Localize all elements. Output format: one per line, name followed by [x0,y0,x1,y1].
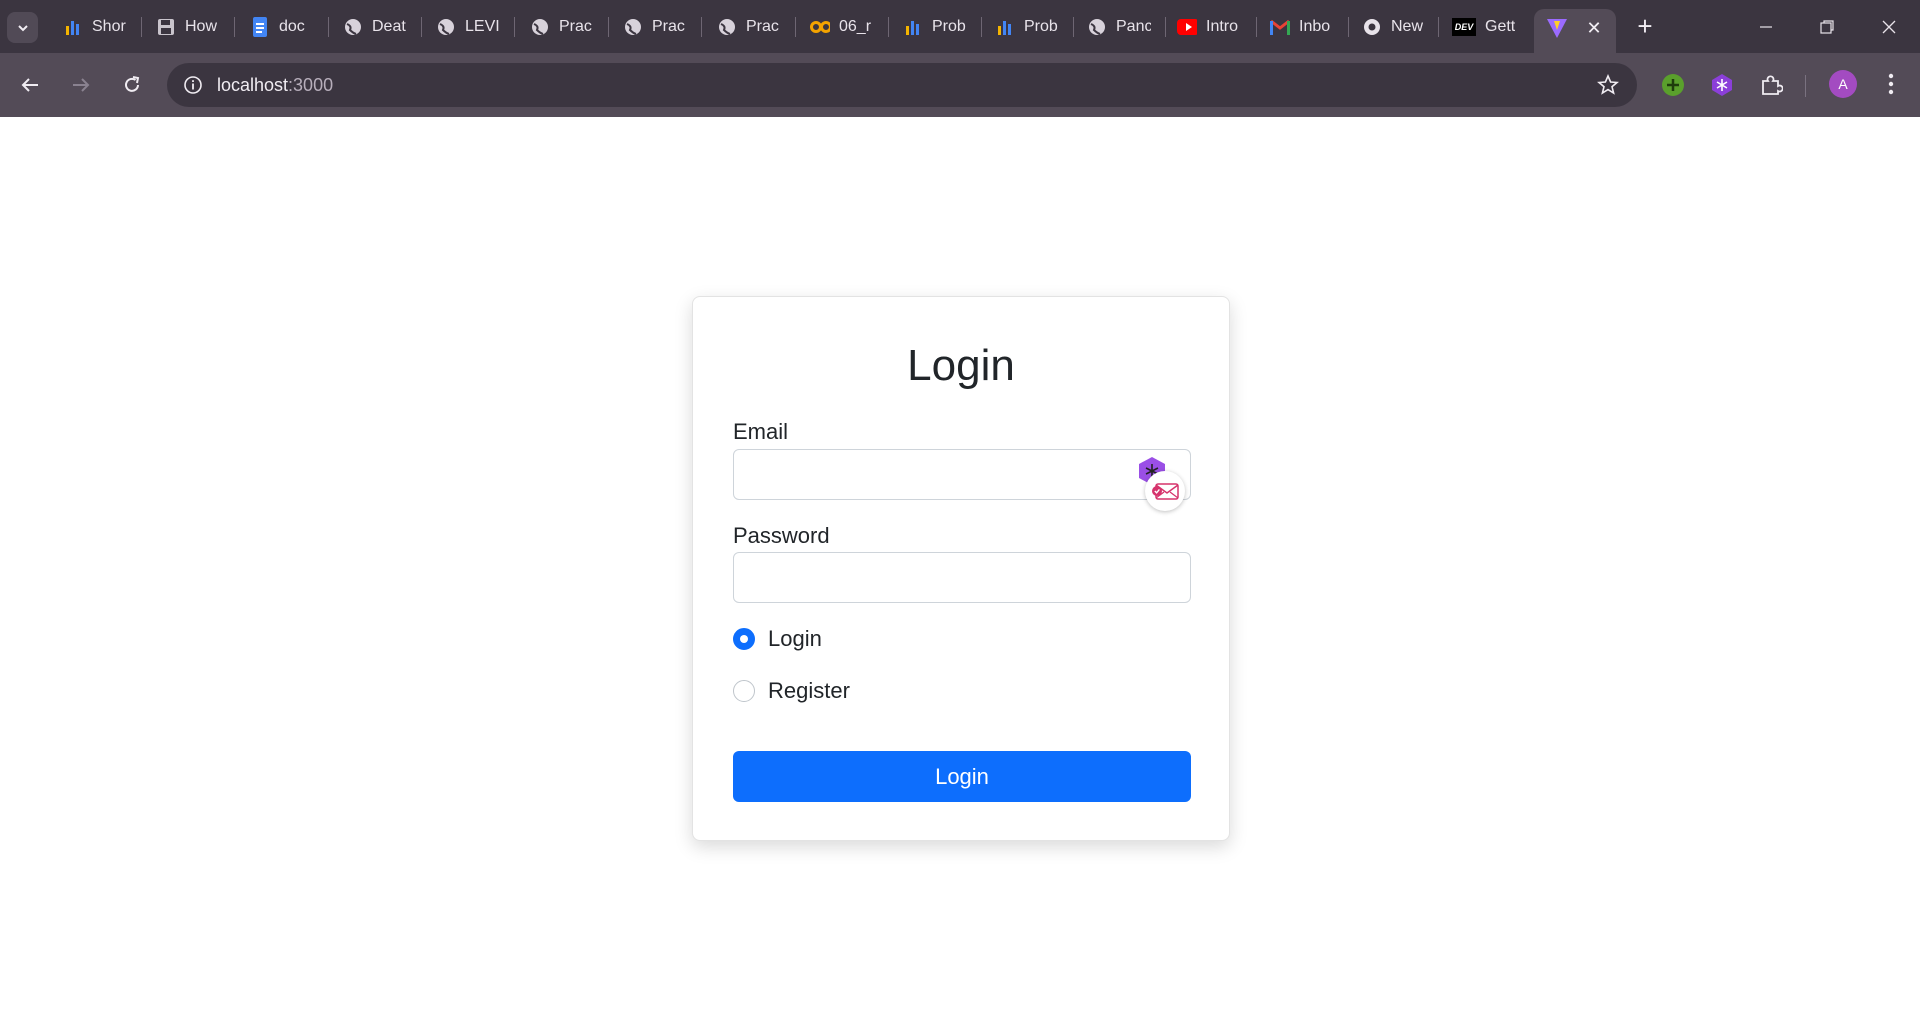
tab-label: Prac [559,18,592,35]
browser-tab[interactable]: Panc [1087,12,1151,42]
back-button[interactable] [14,69,46,101]
reload-button[interactable] [116,69,148,101]
tab-label: Shor [92,18,126,35]
info-icon[interactable] [183,75,203,95]
page-title: Login [907,341,1015,390]
login-radio[interactable] [733,628,755,650]
arrow-left-icon [21,78,38,92]
chrome-icon [1362,17,1382,37]
browser-tab[interactable]: Prac [530,12,594,42]
tab-label: How [185,18,218,35]
page-viewport: Login Email Password Login Register Logi… [0,117,1920,1021]
vite-icon [1547,19,1567,38]
url-port: :3000 [288,75,334,95]
arrow-right-icon [73,78,90,92]
tab-label: Panc [1116,18,1151,35]
login-card: Login Email Password Login Register Logi… [692,296,1230,841]
browser-tab[interactable]: Inbo [1270,12,1334,42]
globe-icon [623,17,643,37]
close-icon [1882,20,1896,34]
tab-label: Prac [652,18,685,35]
email-label: Email [733,419,789,444]
tab-label: 06_r [839,18,872,35]
close-window-button[interactable] [1866,12,1912,42]
extensions-puzzle-icon[interactable] [1758,72,1784,98]
browser-tab[interactable]: LEVI [436,12,500,42]
tab-label: LEVI [465,18,500,35]
minimize-icon [1760,26,1772,28]
close-tab-icon[interactable]: ✕ [1583,17,1605,39]
restore-icon [1820,20,1834,34]
globe-icon [717,17,737,37]
login-radio-label: Login [768,626,822,651]
browser-tab[interactable]: How [156,12,220,42]
tab-label: doc [279,18,305,35]
register-radio-label: Register [768,678,850,703]
bar-chart-icon [903,17,923,37]
infinity-icon [810,17,830,37]
tab-label: Prac [746,18,779,35]
extension-snowflake-icon[interactable] [1709,72,1735,98]
bar-chart-icon [63,17,83,37]
bar-chart-icon [995,17,1015,37]
register-radio[interactable] [733,680,755,702]
google-docs-icon [250,17,270,37]
new-tab-button[interactable]: + [1631,13,1659,41]
tab-label: New [1391,18,1424,35]
tab-search-button[interactable] [7,12,38,43]
email-field[interactable] [733,449,1191,500]
minimize-button[interactable] [1743,12,1789,42]
tab-label: Intro [1206,18,1239,35]
globe-icon [530,17,550,37]
reload-icon [125,76,140,92]
browser-tab[interactable]: DEV Gett [1452,12,1518,42]
profile-avatar[interactable]: A [1829,70,1857,98]
chevron-down-icon [17,24,28,31]
browser-tab[interactable]: Deat [343,12,407,42]
restore-button[interactable] [1804,12,1850,42]
tab-label: Inbo [1299,18,1331,35]
browser-tab[interactable]: 06_r [810,12,874,42]
browser-tab[interactable]: Prac [623,12,687,42]
browser-tab[interactable]: Prob [995,12,1059,42]
tab-label: Gett [1485,18,1516,35]
gmail-icon [1270,17,1290,37]
password-field[interactable] [733,552,1191,603]
extension-green-icon[interactable] [1660,72,1686,98]
email-protect-button[interactable] [1145,471,1185,511]
browser-tab[interactable]: Shor [63,12,127,42]
tab-strip: Shor How doc Deat LEVI Prac Prac Prac 06… [0,0,1920,53]
floppy-disk-icon [156,17,176,37]
browser-tab[interactable]: New [1362,12,1426,42]
browser-tab[interactable]: Intro [1177,12,1241,42]
forward-button[interactable] [65,69,97,101]
mail-shield-icon [1152,483,1179,500]
browser-tab[interactable]: Prob [903,12,967,42]
address-bar[interactable]: localhost:3000 [167,63,1637,107]
tab-label: Deat [372,18,406,35]
url-text[interactable]: localhost:3000 [217,75,333,96]
globe-icon [343,17,363,37]
globe-icon [436,17,456,37]
browser-tab[interactable]: doc [250,12,314,42]
password-label: Password [733,523,830,548]
dev-icon: DEV [1452,18,1476,36]
youtube-icon [1177,17,1197,37]
bookmark-star-icon[interactable] [1597,74,1619,96]
browser-toolbar: localhost:3000 A [0,53,1920,117]
more-menu-icon[interactable] [1879,70,1903,98]
tab-label: Prob [932,18,966,35]
tab-label: Prob [1024,18,1058,35]
browser-tab[interactable]: Prac [717,12,781,42]
login-button[interactable]: Login [733,751,1191,802]
url-host: localhost [217,75,289,95]
register-mode-option[interactable]: Register [733,678,850,704]
login-mode-option[interactable]: Login [733,626,822,652]
globe-icon [1087,17,1107,37]
